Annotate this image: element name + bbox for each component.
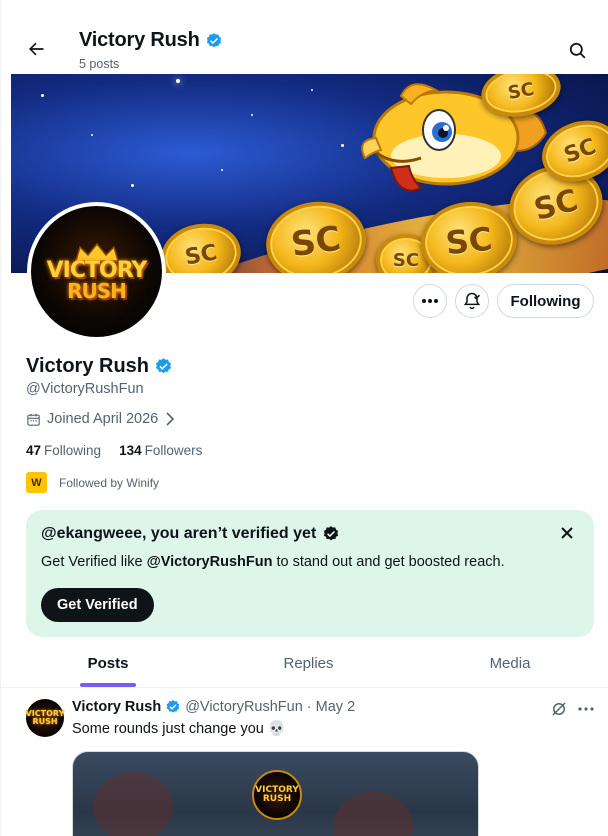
profile-page: Victory Rush 5 posts SC SC SC SC SC SC S…: [0, 0, 608, 836]
profile-avatar[interactable]: VICTORY RUSH: [27, 202, 166, 341]
get-verified-button[interactable]: Get Verified: [41, 588, 154, 622]
verify-title-text: @ekangweee, you aren’t verified yet: [41, 525, 317, 542]
media-logo: VICTORY RUSH: [252, 770, 302, 820]
more-horizontal-icon: [422, 299, 438, 303]
verify-body-handle[interactable]: @VictoryRushFun: [147, 554, 273, 570]
verified-badge-icon: [166, 700, 180, 713]
followers-stat-label: Followers: [144, 443, 203, 458]
active-tab-indicator: [80, 683, 136, 687]
post-author-handle[interactable]: @VictoryRushFun: [185, 699, 303, 715]
more-options-button[interactable]: [413, 284, 447, 318]
verified-badge-icon: [206, 32, 221, 47]
verify-close-button[interactable]: [556, 522, 578, 544]
arrow-left-icon: [29, 42, 44, 56]
posts-count: 5 posts: [79, 57, 120, 71]
header-title: Victory Rush: [79, 29, 223, 52]
followers-count: 134: [119, 443, 142, 458]
followed-by-text: Followed by Winify: [59, 475, 160, 490]
follow-stats: 47 Following 134 Followers: [26, 443, 202, 458]
tab-replies[interactable]: Replies: [201, 640, 416, 687]
following-stat[interactable]: 47 Following: [26, 443, 101, 458]
joined-text: Joined April 2026: [47, 411, 159, 427]
verified-badge-icon[interactable]: [154, 357, 173, 376]
victory-rush-logo: VICTORY RUSH: [31, 206, 162, 337]
post-more-button[interactable]: [575, 699, 597, 719]
back-button[interactable]: [21, 34, 51, 64]
logo-line2: RUSH: [67, 278, 127, 303]
header-title-text: Victory Rush: [79, 29, 200, 51]
profile-name-text: Victory Rush: [26, 355, 149, 377]
more-horizontal-icon: [578, 707, 594, 711]
following-button[interactable]: Following: [497, 284, 594, 318]
search-icon: [569, 42, 585, 58]
verify-body: Get Verified like @VictoryRushFun to sta…: [41, 554, 505, 570]
post-header: Victory Rush @VictoryRushFun · May 2: [72, 699, 355, 715]
followed-by[interactable]: W Followed by Winify: [26, 472, 159, 493]
tab-media[interactable]: Media: [403, 640, 608, 687]
verify-promo-card: @ekangweee, you aren’t verified yet Get …: [26, 510, 594, 637]
calendar-icon: [27, 413, 40, 426]
profile-tabs: Posts Replies Media: [1, 640, 608, 688]
post-text: Some rounds just change you 💀: [72, 721, 286, 737]
verify-body-suffix: to stand out and get boosted reach.: [272, 554, 505, 570]
post-avatar[interactable]: VICTORY RUSH: [26, 699, 64, 737]
notifications-button[interactable]: [455, 284, 489, 318]
search-button[interactable]: [563, 36, 591, 64]
grok-button[interactable]: [549, 699, 569, 719]
verify-title: @ekangweee, you aren’t verified yet: [41, 525, 340, 543]
bell-check-icon: [463, 292, 481, 310]
following-count: 47: [26, 443, 42, 458]
followers-stat[interactable]: 134 Followers: [119, 443, 202, 458]
joined-date[interactable]: Joined April 2026: [26, 411, 176, 427]
post-date[interactable]: · May 2: [307, 699, 355, 715]
grok-icon: [552, 702, 566, 716]
header-bar: Victory Rush 5 posts: [1, 0, 608, 74]
profile-handle: @VictoryRushFun: [26, 381, 144, 397]
tab-posts[interactable]: Posts: [1, 640, 215, 687]
following-stat-label: Following: [44, 443, 102, 458]
chevron-right-icon: [166, 412, 175, 426]
close-icon: [561, 527, 573, 539]
winify-avatar: W: [26, 472, 47, 493]
post-media-image[interactable]: VICTORY RUSH: [72, 751, 479, 836]
profile-name: Victory Rush: [26, 355, 173, 378]
post-author-name[interactable]: Victory Rush: [72, 699, 161, 715]
header-title-block: Victory Rush 5 posts: [79, 29, 223, 71]
verify-body-prefix: Get Verified like: [41, 554, 147, 570]
logo-line1: VICTORY: [46, 257, 148, 283]
verified-badge-dark-icon: [324, 526, 339, 541]
